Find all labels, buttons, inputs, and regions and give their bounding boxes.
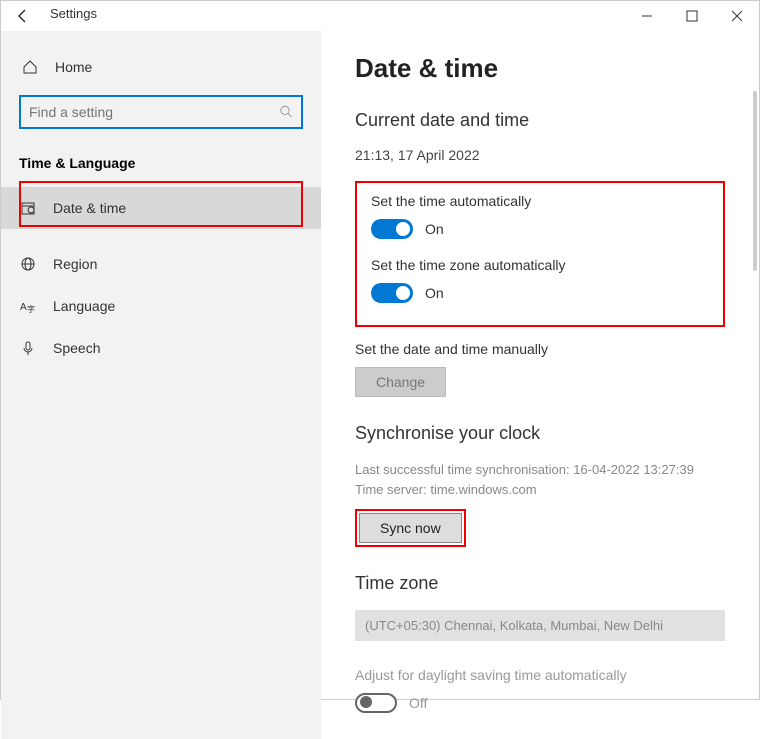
back-button[interactable] xyxy=(8,4,38,28)
language-icon: A字 xyxy=(19,298,37,314)
manual-label: Set the date and time manually xyxy=(355,341,725,357)
nav-label: Speech xyxy=(53,340,100,356)
titlebar: Settings xyxy=(1,1,759,31)
search-input-wrap[interactable] xyxy=(19,95,303,129)
close-button[interactable] xyxy=(714,1,759,31)
calendar-icon xyxy=(19,200,37,216)
sidebar: Home Time & Language Date & time Region … xyxy=(1,31,321,739)
home-icon xyxy=(21,59,39,75)
section-title: Time & Language xyxy=(1,147,321,187)
timezone-label: Time zone xyxy=(355,573,725,594)
auto-zone-toggle[interactable] xyxy=(371,283,413,303)
svg-text:字: 字 xyxy=(27,304,35,314)
auto-time-state: On xyxy=(425,221,444,237)
nav-date-time[interactable]: Date & time xyxy=(1,187,321,229)
current-datetime-value: 21:13, 17 April 2022 xyxy=(355,147,725,163)
nav-label: Date & time xyxy=(53,200,126,216)
dst-label: Adjust for daylight saving time automati… xyxy=(355,667,725,683)
sync-heading: Synchronise your clock xyxy=(355,423,725,444)
nav-language[interactable]: A字 Language xyxy=(1,285,321,327)
home-button[interactable]: Home xyxy=(1,51,321,83)
dst-state: Off xyxy=(409,695,427,711)
svg-text:A: A xyxy=(20,302,27,313)
nav-speech[interactable]: Speech xyxy=(1,327,321,369)
change-button: Change xyxy=(355,367,446,397)
search-input[interactable] xyxy=(29,104,280,120)
window-title: Settings xyxy=(50,6,97,21)
close-icon xyxy=(731,10,743,22)
auto-zone-label: Set the time zone automatically xyxy=(371,257,709,273)
minimize-icon xyxy=(641,10,653,22)
page-heading: Date & time xyxy=(355,53,725,84)
search-icon xyxy=(280,105,293,119)
sync-last: Last successful time synchronisation: 16… xyxy=(355,460,725,480)
red-highlight-sync: Sync now xyxy=(355,509,466,547)
sync-now-button[interactable]: Sync now xyxy=(359,513,462,543)
current-datetime-label: Current date and time xyxy=(355,110,725,131)
nav-label: Language xyxy=(53,298,115,314)
scrollbar[interactable] xyxy=(753,91,757,271)
maximize-button[interactable] xyxy=(669,1,714,31)
microphone-icon xyxy=(19,340,37,356)
arrow-left-icon xyxy=(15,8,31,24)
auto-time-label: Set the time automatically xyxy=(371,193,709,209)
timezone-dropdown: (UTC+05:30) Chennai, Kolkata, Mumbai, Ne… xyxy=(355,610,725,641)
sync-server: Time server: time.windows.com xyxy=(355,480,725,500)
content-area: Date & time Current date and time 21:13,… xyxy=(321,31,759,739)
maximize-icon xyxy=(686,10,698,22)
minimize-button[interactable] xyxy=(624,1,669,31)
home-label: Home xyxy=(55,59,92,75)
dst-toggle xyxy=(355,693,397,713)
red-highlight-toggles: Set the time automatically On Set the ti… xyxy=(355,181,725,327)
auto-time-toggle[interactable] xyxy=(371,219,413,239)
auto-zone-state: On xyxy=(425,285,444,301)
